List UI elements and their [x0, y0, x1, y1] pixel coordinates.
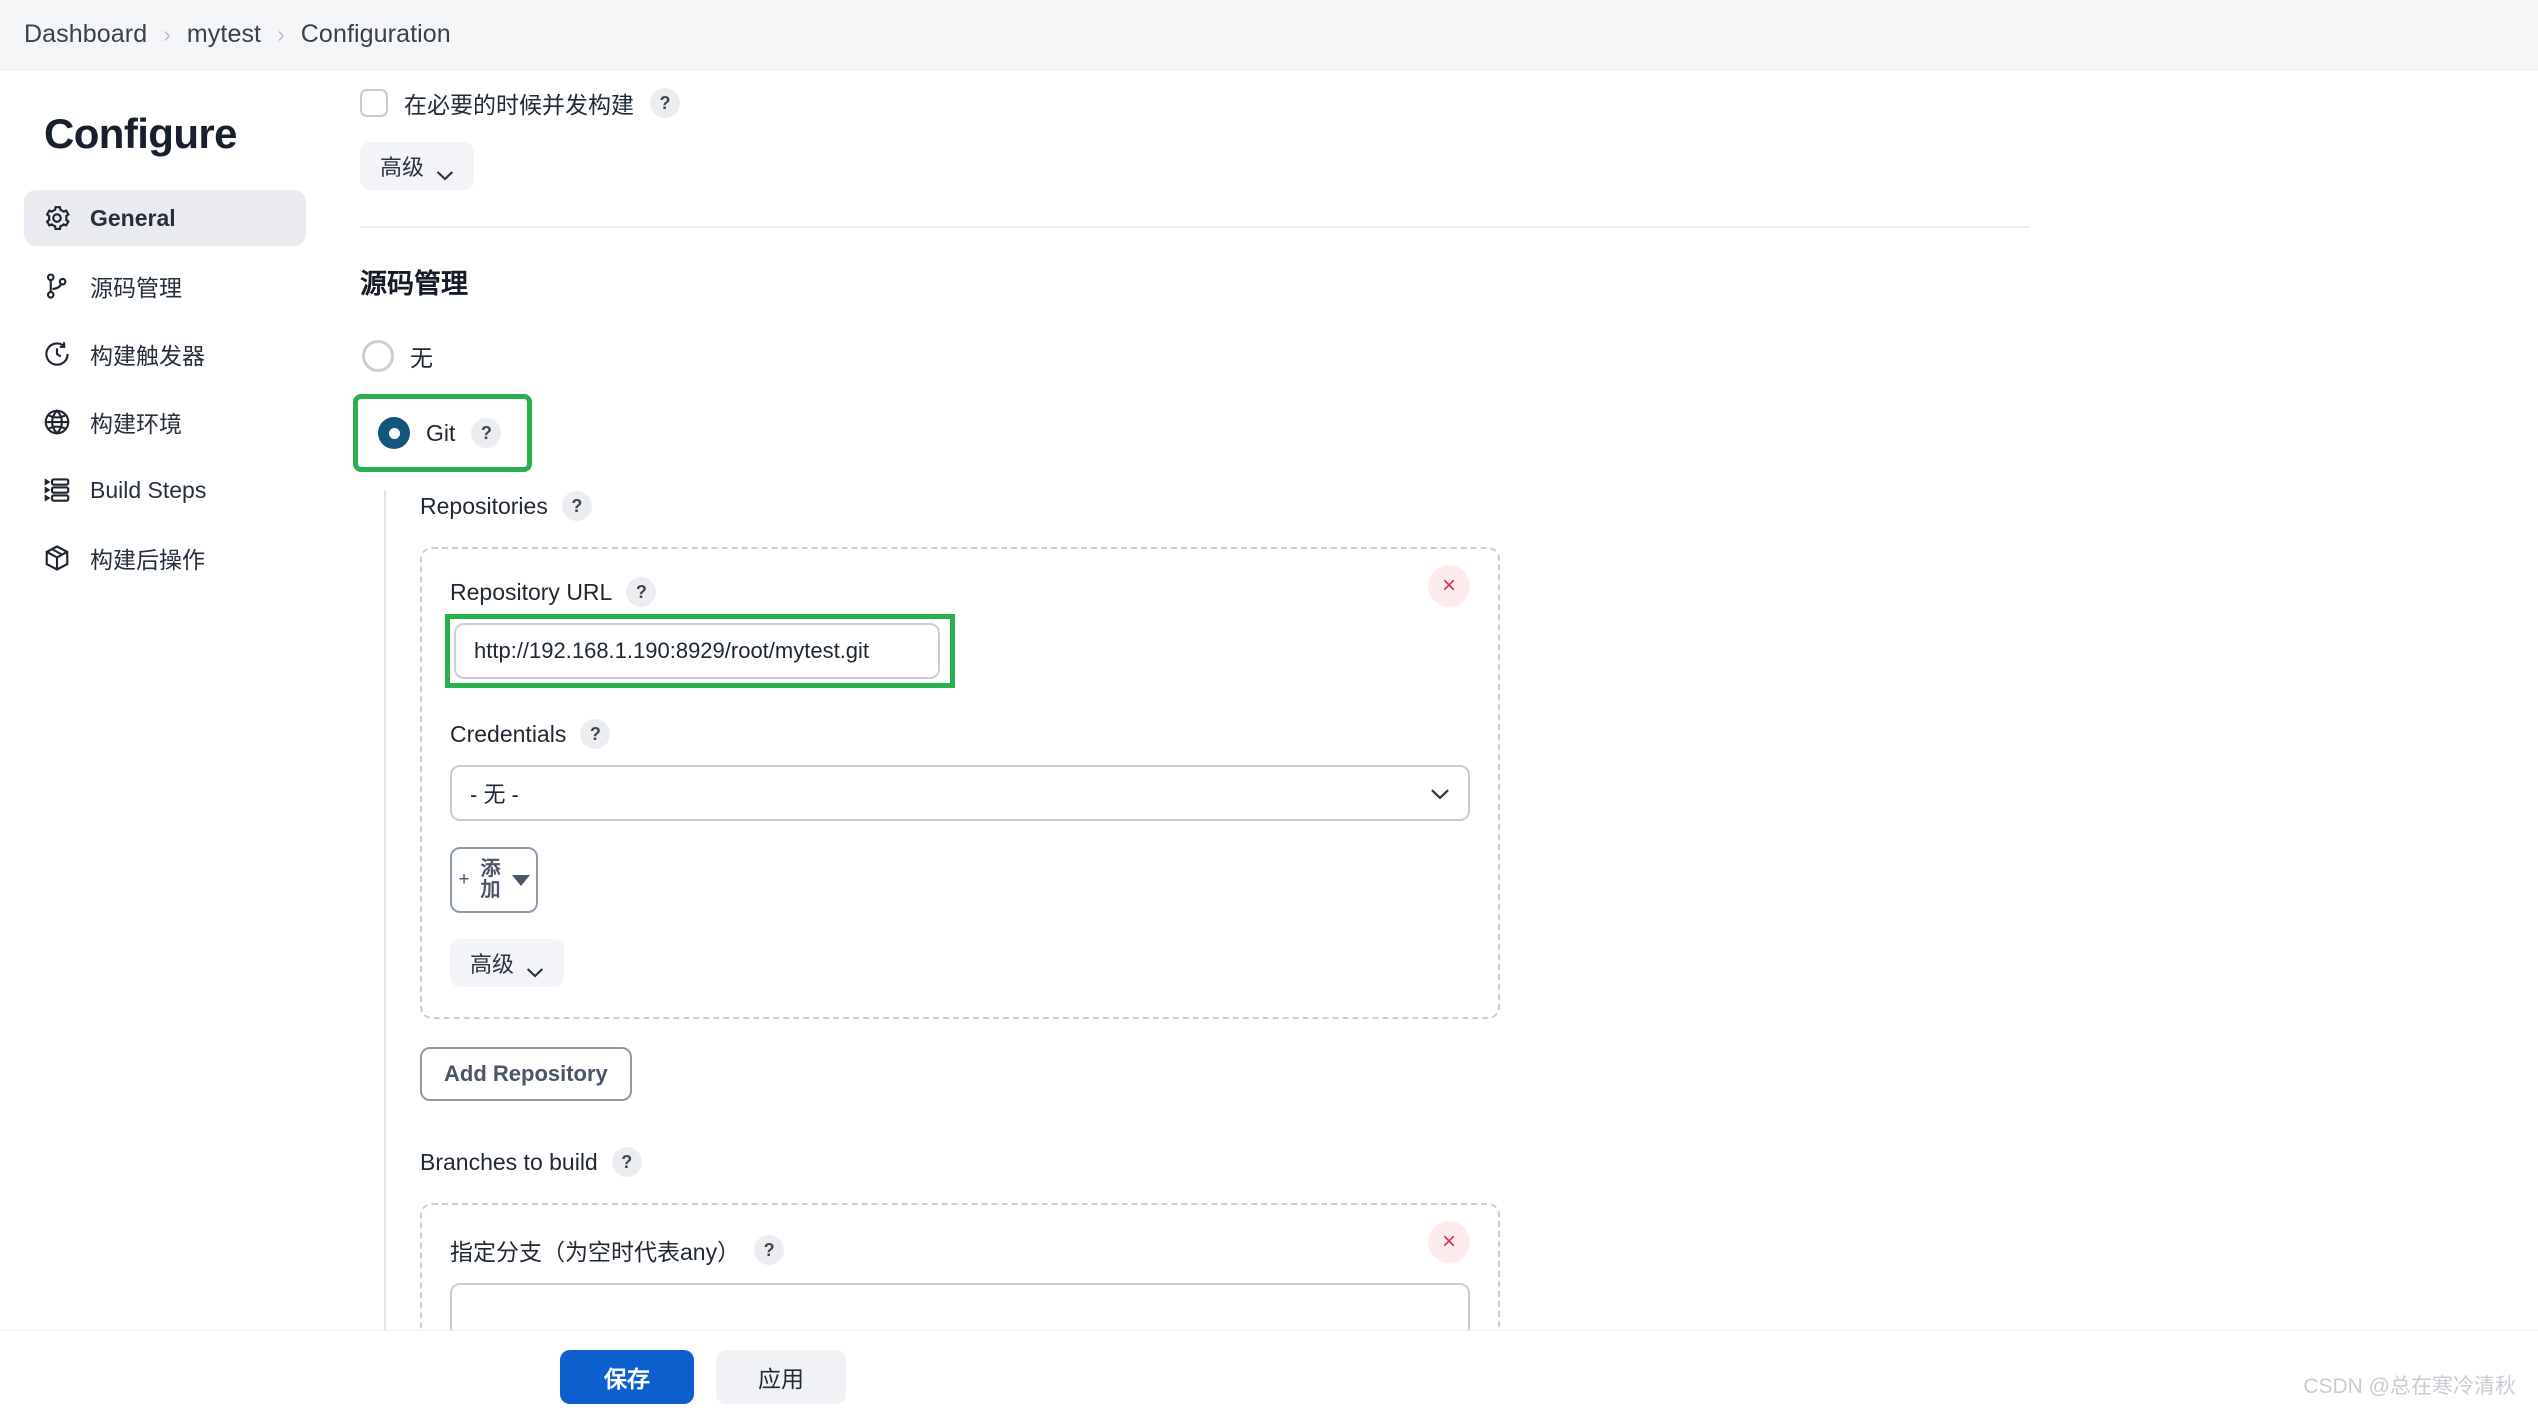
git-branch-icon: [42, 271, 72, 301]
globe-icon: [42, 407, 72, 437]
sidebar-item-general[interactable]: General: [24, 190, 306, 246]
branches-label-row: Branches to build ?: [420, 1147, 2046, 1177]
scm-option-git-highlight: Git ?: [352, 394, 533, 472]
package-icon: [42, 543, 72, 573]
credentials-label-row: Credentials ?: [450, 719, 1470, 749]
sidebar-item-label: General: [90, 204, 176, 231]
radio-git[interactable]: [378, 417, 410, 449]
scm-section-title: 源码管理: [360, 269, 468, 299]
sidebar-item-label: 构建环境: [90, 411, 182, 437]
help-icon[interactable]: ?: [626, 577, 657, 607]
branch-spec-block: × 指定分支（为空时代表any） ?: [420, 1203, 1500, 1351]
scm-option-none[interactable]: 无: [360, 335, 2046, 377]
credentials-label: Credentials: [450, 720, 567, 747]
breadcrumb-item-mytest[interactable]: mytest: [187, 20, 261, 49]
delete-branch-button[interactable]: ×: [1428, 1221, 1470, 1263]
caret-down-icon: [511, 874, 530, 886]
repository-url-input[interactable]: [454, 623, 940, 679]
apply-button[interactable]: 应用: [716, 1349, 846, 1404]
help-icon[interactable]: ?: [580, 719, 611, 749]
concurrent-build-checkbox[interactable]: [360, 89, 388, 117]
page-title: Configure: [44, 110, 238, 157]
add-credentials-label: 添加: [480, 858, 501, 901]
form-action-bar: 保存 应用: [0, 1330, 2538, 1422]
sidebar-item-label: 构建后操作: [90, 547, 205, 573]
chevron-down-icon: [1430, 787, 1450, 805]
breadcrumb-item-configuration[interactable]: Configuration: [301, 20, 451, 49]
sidebar-item-build-environment[interactable]: 构建环境: [24, 394, 306, 450]
add-credentials-button[interactable]: + 添加: [450, 847, 538, 913]
breadcrumb-item-dashboard[interactable]: Dashboard: [24, 20, 147, 49]
branch-spec-label: 指定分支（为空时代表any）: [450, 1239, 741, 1265]
help-icon[interactable]: ?: [611, 1147, 642, 1177]
save-button[interactable]: 保存: [560, 1349, 694, 1404]
chevron-down-icon: [526, 958, 544, 978]
advanced-toggle-button-repository[interactable]: 高级: [450, 939, 565, 987]
git-config-panel: Repositories ? × Repository URL ? Creden…: [384, 491, 2046, 1351]
clock-icon: [42, 339, 72, 369]
list-steps-icon: [42, 475, 72, 505]
configuration-form: 在必要的时候并发构建 ? 高级 源码管理 无 Git ? Repositorie…: [330, 70, 2538, 1422]
add-repository-button[interactable]: Add Repository: [420, 1047, 632, 1101]
sidebar-item-label: Build Steps: [90, 476, 207, 503]
repository-url-label: Repository URL: [450, 578, 613, 605]
repository-url-highlight: [445, 614, 955, 688]
radio-none[interactable]: [362, 340, 394, 372]
sidebar-item-label: 构建触发器: [90, 343, 205, 369]
chevron-down-icon: [436, 161, 454, 181]
sidebar-item-label: 源码管理: [90, 275, 182, 301]
sidebar-item-post-build-actions[interactable]: 构建后操作: [24, 530, 306, 586]
watermark: CSDN @总在寒冷清秋: [2303, 1375, 2516, 1398]
form-content: 在必要的时候并发构建 ? 高级 源码管理 无 Git ? Repositorie…: [346, 70, 2046, 1351]
breadcrumb-separator-icon: ›: [163, 21, 171, 47]
breadcrumb: Dashboard › mytest › Configuration: [0, 0, 2538, 70]
section-divider: [360, 226, 2030, 228]
help-icon[interactable]: ?: [561, 491, 592, 521]
credentials-select[interactable]: - 无 -: [450, 765, 1470, 821]
repositories-label-row: Repositories ?: [420, 491, 2046, 521]
help-icon[interactable]: ?: [471, 418, 502, 448]
sidebar-item-build-steps[interactable]: Build Steps: [24, 462, 306, 518]
plus-icon: +: [458, 869, 470, 891]
repositories-label: Repositories: [420, 492, 548, 519]
credentials-select-wrap: - 无 -: [450, 765, 1470, 821]
configure-sidebar: Configure General 源码管理 构建触发器 构建环境 Build …: [0, 70, 330, 1422]
branches-to-build-label: Branches to build: [420, 1148, 598, 1175]
help-icon[interactable]: ?: [650, 88, 680, 118]
scm-option-git-label: Git: [426, 419, 456, 446]
page-body: Configure General 源码管理 构建触发器 构建环境 Build …: [0, 70, 2538, 1422]
scm-option-none-label: 无: [410, 345, 433, 371]
help-icon[interactable]: ?: [754, 1235, 785, 1265]
gear-icon: [42, 203, 72, 233]
sidebar-item-source-code-management[interactable]: 源码管理: [24, 258, 306, 314]
concurrent-build-label: 在必要的时候并发构建: [404, 92, 634, 118]
repository-url-label-row: Repository URL ?: [450, 577, 1470, 607]
advanced-toggle-label: 高级: [470, 952, 515, 977]
branch-spec-label-row: 指定分支（为空时代表any） ?: [450, 1233, 1470, 1267]
breadcrumb-separator-icon: ›: [277, 21, 285, 47]
repository-block: × Repository URL ? Credentials ?: [420, 547, 1500, 1019]
concurrent-build-row: 在必要的时候并发构建 ?: [346, 70, 2046, 120]
advanced-toggle-label: 高级: [380, 155, 425, 180]
scm-option-git[interactable]: Git ?: [376, 413, 503, 453]
credentials-selected-value: - 无 -: [470, 782, 519, 807]
sidebar-item-build-triggers[interactable]: 构建触发器: [24, 326, 306, 382]
advanced-toggle-button-general[interactable]: 高级: [360, 142, 475, 190]
delete-repository-button[interactable]: ×: [1428, 565, 1470, 607]
